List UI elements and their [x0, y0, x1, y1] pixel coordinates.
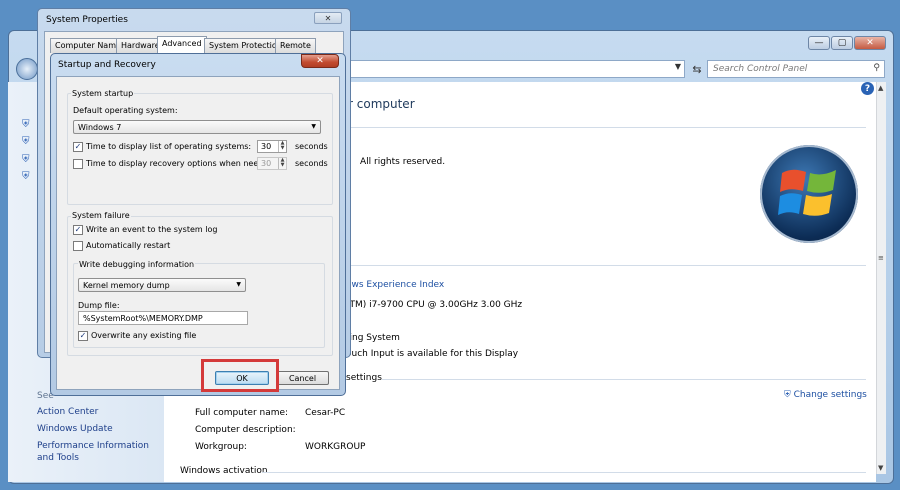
tab-advanced[interactable]: Advanced: [157, 36, 207, 53]
chevron-down-icon: ▼: [236, 281, 241, 288]
group-label: System startup: [71, 89, 135, 98]
minimize-button[interactable]: —: [808, 36, 830, 50]
workgroup-value: WORKGROUP: [305, 442, 366, 452]
shield-icon: ⛨: [22, 136, 30, 147]
display-list-stepper[interactable]: 30 ▲ ▼: [257, 140, 287, 153]
shield-icon: ⛨: [784, 390, 791, 400]
dump-file-input[interactable]: %SystemRoot%\MEMORY.DMP: [78, 311, 248, 325]
shield-icon: ⛨: [22, 154, 30, 165]
default-os-label: Default operating system:: [73, 106, 178, 115]
display-recovery-stepper[interactable]: 30 ▲ ▼: [257, 157, 287, 170]
write-event-checkbox[interactable]: ✓: [73, 225, 83, 235]
workgroup-label: Workgroup:: [195, 442, 247, 452]
back-button[interactable]: [16, 58, 38, 80]
settings-section-title: settings: [346, 373, 382, 383]
pen-touch-value: ouch Input is available for this Display: [346, 349, 519, 359]
display-recovery-value: 30: [261, 159, 272, 168]
link-performance-information[interactable]: Performance Information and Tools: [37, 440, 157, 464]
change-settings-label: Change settings: [793, 390, 867, 400]
refresh-icon[interactable]: ⇆: [688, 60, 706, 78]
close-button[interactable]: ✕: [314, 12, 342, 24]
scroll-down-icon[interactable]: ▼: [878, 464, 883, 472]
maximize-button[interactable]: ▢: [831, 36, 853, 50]
group-label: System failure: [71, 211, 131, 220]
startup-recovery-dialog: Startup and Recovery ✕ System startup De…: [50, 53, 346, 396]
close-button[interactable]: ✕: [301, 54, 339, 68]
copyright-text: All rights reserved.: [360, 157, 446, 167]
display-list-label: Time to display list of operating system…: [86, 142, 252, 151]
windows-activation-title: Windows activation: [180, 466, 268, 476]
stepper-arrows-icon[interactable]: ▲ ▼: [278, 158, 286, 169]
overwrite-checkbox[interactable]: ✓: [78, 331, 88, 341]
scroll-grip-icon[interactable]: ≡: [878, 254, 884, 262]
dump-file-label: Dump file:: [78, 301, 120, 310]
display-list-value: 30: [261, 142, 272, 151]
dialog-title: Startup and Recovery: [58, 60, 156, 70]
default-os-value: Windows 7: [78, 123, 122, 132]
divider: [344, 127, 866, 128]
write-event-label: Write an event to the system log: [86, 225, 218, 234]
help-icon[interactable]: ?: [861, 82, 874, 95]
auto-restart-label: Automatically restart: [86, 241, 171, 250]
display-recovery-checkbox[interactable]: [73, 159, 83, 169]
experience-index-link[interactable]: ows Experience Index: [346, 280, 444, 290]
debug-group-label: Write debugging information: [78, 260, 196, 269]
auto-restart-checkbox[interactable]: [73, 241, 83, 251]
chevron-down-icon: ▼: [311, 123, 316, 130]
processor-value: (TM) i7-9700 CPU @ 3.00GHz 3.00 GHz: [346, 300, 523, 310]
cancel-label: Cancel: [288, 373, 317, 383]
tab-remote[interactable]: Remote: [275, 38, 316, 53]
divider: [262, 472, 866, 473]
dialog-body: System startup Default operating system:…: [56, 76, 340, 390]
default-os-select[interactable]: Windows 7 ▼: [73, 120, 321, 134]
cancel-button[interactable]: Cancel: [276, 371, 329, 385]
divider: [382, 379, 866, 380]
scroll-up-icon[interactable]: ▲: [878, 84, 883, 92]
search-placeholder: Search Control Panel: [713, 64, 808, 74]
overwrite-label: Overwrite any existing file: [91, 331, 197, 340]
ok-button-highlight: [201, 359, 279, 392]
seconds-label: seconds: [295, 159, 328, 168]
link-action-center[interactable]: Action Center: [37, 406, 98, 418]
divider: [344, 265, 866, 266]
search-input[interactable]: Search Control Panel ⚲: [707, 60, 885, 78]
shield-icon: ⛨: [22, 171, 30, 182]
full-computer-name-value: Cesar-PC: [305, 408, 346, 418]
full-computer-name-label: Full computer name:: [195, 408, 289, 418]
page-title: r computer: [348, 97, 415, 111]
debug-type-value: Kernel memory dump: [83, 281, 170, 290]
stepper-arrows-icon[interactable]: ▲ ▼: [278, 141, 286, 152]
scrollbar[interactable]: ▲ ≡ ▼: [876, 82, 886, 474]
debug-type-select[interactable]: Kernel memory dump ▼: [78, 278, 246, 292]
tab-computer-name[interactable]: Computer Name: [50, 38, 126, 53]
system-type-value: ting System: [346, 333, 400, 343]
window-controls: — ▢ ✕: [808, 36, 886, 50]
change-settings-link[interactable]: ⛨ Change settings: [784, 390, 867, 400]
address-bar[interactable]: ▼: [340, 60, 685, 78]
display-recovery-label: Time to display recovery options when ne…: [86, 159, 277, 168]
close-button[interactable]: ✕: [854, 36, 886, 50]
shield-icon: ⛨: [22, 119, 30, 130]
windows-logo-icon: [760, 145, 858, 243]
display-list-checkbox[interactable]: ✓: [73, 142, 83, 152]
dump-file-value: %SystemRoot%\MEMORY.DMP: [83, 314, 203, 323]
seconds-label: seconds: [295, 142, 328, 151]
search-icon[interactable]: ⚲: [873, 63, 880, 73]
dialog-title: System Properties: [46, 15, 128, 25]
link-windows-update[interactable]: Windows Update: [37, 423, 113, 435]
computer-description-label: Computer description:: [195, 425, 296, 435]
chevron-down-icon[interactable]: ▼: [675, 62, 681, 71]
